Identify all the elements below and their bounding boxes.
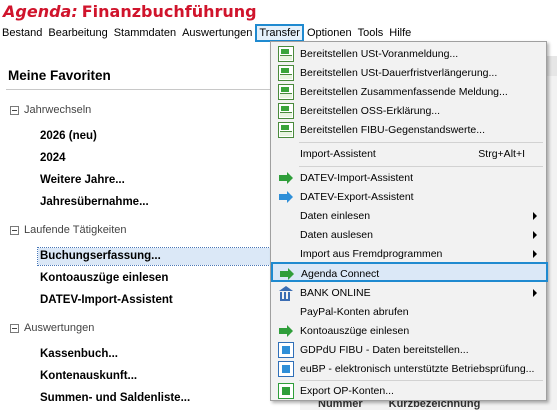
menu-bestand[interactable]: Bestand xyxy=(0,24,45,42)
menu-item-bereitstellen-zm[interactable]: ZM Bereitstellen Zusammenfassende Meldun… xyxy=(272,82,545,102)
collapse-icon[interactable] xyxy=(10,323,19,333)
export-op-icon xyxy=(278,383,294,399)
menu-item-kontoauszuege-einlesen[interactable]: Kontoauszüge einlesen xyxy=(272,321,545,341)
document-ust-icon: ZDA xyxy=(278,65,294,81)
menu-item-import-fremdprogramme[interactable]: Import aus Fremdprogrammen xyxy=(272,244,545,264)
menu-item-daten-einlesen[interactable]: Daten einlesen xyxy=(272,206,545,226)
favorites-panel: Meine Favoriten Jahrwechseln 2026 (neu) … xyxy=(0,56,300,410)
menu-tools[interactable]: Tools xyxy=(355,24,387,42)
collapse-icon[interactable] xyxy=(10,225,19,235)
app-brand: Agenda: xyxy=(3,2,78,21)
fav-item-summen-saldenliste[interactable]: Summen- und Saldenliste... xyxy=(40,390,190,407)
gdpdu-icon xyxy=(278,342,294,358)
eubp-icon xyxy=(278,361,294,377)
fav-item-kontoauszuege-einlesen[interactable]: Kontoauszüge einlesen xyxy=(40,270,168,287)
menu-item-datev-import-assistent[interactable]: DATEV-Import-Assistent xyxy=(272,168,545,188)
app-module-title: Finanzbuchführung xyxy=(81,2,257,21)
submenu-arrow-icon xyxy=(533,289,537,297)
menu-stammdaten[interactable]: Stammdaten xyxy=(111,24,179,42)
section-laufende-taetigkeiten[interactable]: Laufende Tätigkeiten xyxy=(10,224,127,236)
menu-separator xyxy=(299,142,543,143)
section-auswertungen[interactable]: Auswertungen xyxy=(10,322,94,334)
menu-optionen[interactable]: Optionen xyxy=(304,24,355,42)
document-oss-icon: OSS xyxy=(278,103,294,119)
document-fibu-icon: FIBU xyxy=(278,122,294,138)
menu-item-bank-online[interactable]: BANK ONLINE xyxy=(272,283,545,303)
section-label: Laufende Tätigkeiten xyxy=(24,224,127,236)
menu-item-gdpdu-fibu[interactable]: GDPdU FIBU - Daten bereitstellen... xyxy=(272,340,545,360)
menu-transfer[interactable]: Transfer xyxy=(255,24,304,42)
menu-item-datev-export-assistent[interactable]: DATEV-Export-Assistent xyxy=(272,187,545,207)
favorites-divider xyxy=(6,89,296,90)
section-label: Jahrwechseln xyxy=(24,104,92,116)
fav-item-jahresuebernahme[interactable]: Jahresübernahme... xyxy=(40,194,149,211)
section-label: Auswertungen xyxy=(24,322,95,334)
menu-auswertungen[interactable]: Auswertungen xyxy=(179,24,255,42)
fav-item-kassenbuch[interactable]: Kassenbuch... xyxy=(40,346,118,363)
menu-item-bereitstellen-ust-voranmeldung[interactable]: ZSU Bereitstellen USt-Voranmeldung... xyxy=(272,44,545,64)
menu-separator xyxy=(299,166,543,167)
fav-item-2024[interactable]: 2024 xyxy=(40,150,66,167)
fav-item-2026[interactable]: 2026 (neu) xyxy=(40,128,97,145)
menu-item-import-assistent[interactable]: Import-Assistent Strg+Alt+I xyxy=(272,144,545,164)
menu-hilfe[interactable]: Hilfe xyxy=(386,24,414,42)
fav-item-kontenauskunft[interactable]: Kontenauskunft... xyxy=(40,368,137,385)
app-title: Agenda: Finanzbuchführung xyxy=(0,0,557,24)
fav-item-weitere-jahre[interactable]: Weitere Jahre... xyxy=(40,172,125,189)
transfer-dropdown-menu: ZSU Bereitstellen USt-Voranmeldung... ZD… xyxy=(270,41,548,401)
section-jahrwechseln[interactable]: Jahrwechseln xyxy=(10,104,91,116)
fav-item-datev-import-assistent[interactable]: DATEV-Import-Assistent xyxy=(40,292,173,309)
menu-item-agenda-connect[interactable]: Agenda Connect xyxy=(271,262,548,282)
menu-bearbeitung[interactable]: Bearbeitung xyxy=(45,24,110,42)
export-arrow-icon xyxy=(278,189,294,205)
menu-item-paypal-konten[interactable]: PayPal-Konten abrufen xyxy=(272,302,545,322)
import-arrow-icon xyxy=(278,170,294,186)
fav-item-buchungserfassung[interactable]: Buchungserfassung... xyxy=(37,247,279,266)
submenu-arrow-icon xyxy=(533,231,537,239)
connect-arrow-icon xyxy=(279,266,295,282)
shortcut-label: Strg+Alt+I xyxy=(478,148,525,160)
menubar: Bestand Bearbeitung Stammdaten Auswertun… xyxy=(0,24,557,42)
bank-icon xyxy=(278,285,294,301)
menu-item-bereitstellen-ust-dauerfrist[interactable]: ZDA Bereitstellen USt-Dauerfristverlänge… xyxy=(272,63,545,83)
document-zm-icon: ZM xyxy=(278,84,294,100)
menu-item-export-op-konten[interactable]: Export OP-Konten... xyxy=(272,381,545,401)
submenu-arrow-icon xyxy=(533,212,537,220)
menu-item-eubp[interactable]: euBP - elektronisch unterstützte Betrieb… xyxy=(272,359,545,379)
submenu-arrow-icon xyxy=(533,250,537,258)
collapse-icon[interactable] xyxy=(10,105,19,115)
statement-arrow-icon xyxy=(278,323,294,339)
document-ust-icon: ZSU xyxy=(278,46,294,62)
menu-item-daten-auslesen[interactable]: Daten auslesen xyxy=(272,225,545,245)
favorites-title: Meine Favoriten xyxy=(8,68,111,83)
menu-item-bereitstellen-oss[interactable]: OSS Bereitstellen OSS-Erklärung... xyxy=(272,101,545,121)
menu-item-bereitstellen-fibu-gegenstandswerte[interactable]: FIBU Bereitstellen FIBU-Gegenstandswerte… xyxy=(272,120,545,140)
